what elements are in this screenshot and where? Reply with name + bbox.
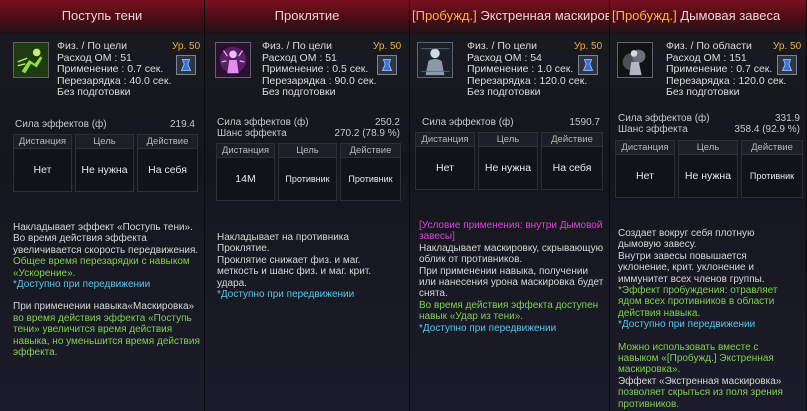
param-action: Действие Противник: [741, 140, 803, 198]
skill-params-grid: Дистанция Нет Цель Не нужна Действие Против…: [615, 140, 803, 198]
smoke-screen-skill-icon: [617, 42, 653, 78]
shadow-step-skill-icon: [13, 42, 49, 78]
effect-chance-row: Шанс эффекта 358.4 (92.9 %): [618, 124, 800, 135]
skill-title: Поступь тени: [0, 0, 204, 34]
awakened-tag: [Пробужд.]: [412, 8, 477, 23]
effect-power-row: Сила эффектов (ф) 1590.7: [422, 117, 600, 128]
rune-slot-icon[interactable]: [176, 55, 196, 75]
param-action: Действие На себя: [137, 134, 198, 192]
skill-description: Накладывает эффект «Поступь тени». Во вр…: [13, 222, 200, 359]
skill-level: Ур. 50: [172, 41, 201, 52]
param-range: Дистанция Нет: [415, 132, 475, 190]
skill-title: Проклятие: [205, 0, 409, 34]
skill-card-smoke-screen: [Пробужд.] Дымовая завеса Физ. / По обла…: [610, 0, 807, 411]
param-range: Дистанция 14М: [216, 143, 275, 201]
skill-stats: Физ. / По цели Расход ОМ : 54 Применение…: [467, 40, 588, 99]
skill-description: Создает вокруг себя плотную дымовую заве…: [618, 228, 783, 410]
effect-power-row: Сила эффектов (ф) 331.9: [618, 113, 800, 124]
param-range: Дистанция Нет: [615, 140, 675, 198]
rune-slot-icon[interactable]: [777, 55, 797, 75]
skill-stats: Физ. / По области Расход ОМ : 151 Примен…: [666, 40, 787, 99]
skill-title: [Пробужд.] Экстренная маскировка: [410, 0, 609, 34]
param-target: Цель Не нужна: [478, 132, 538, 190]
effect-power-row: Сила эффектов (ф) 250.2: [217, 117, 400, 128]
skill-params-grid: Дистанция Нет Цель Не нужна Действие На себ…: [415, 132, 603, 190]
rune-slot-icon[interactable]: [578, 55, 598, 75]
param-range: Дистанция Нет: [13, 134, 72, 192]
skill-level: Ур. 50: [574, 41, 603, 52]
emergency-disguise-skill-icon: [417, 42, 453, 78]
skill-stats: Физ. / По цели Расход ОМ : 51 Применение…: [262, 40, 377, 99]
skill-stats: Физ. / По цели Расход ОМ : 51 Применение…: [57, 40, 172, 99]
skill-title: [Пробужд.] Дымовая завеса: [610, 0, 806, 34]
param-target: Цель Не нужна: [75, 134, 134, 192]
skill-card-curse: Проклятие Физ. / По цели Расход ОМ : 51 …: [205, 0, 410, 411]
skill-card-shadow-step: Поступь тени Физ. / По цели Расход ОМ : …: [0, 0, 205, 411]
param-action: Действие На себя: [541, 132, 603, 190]
curse-skill-icon: [215, 42, 251, 78]
skill-level: Ур. 50: [773, 41, 802, 52]
param-target: Цель Не нужна: [678, 140, 738, 198]
awakened-tag: [Пробужд.]: [612, 8, 677, 23]
skill-card-emergency-disguise: [Пробужд.] Экстренная маскировка Физ. / …: [410, 0, 610, 411]
skill-params-grid: Дистанция Нет Цель Не нужна Действие На себ…: [13, 134, 198, 192]
skill-description: [Условие применения: внутри Дымовой заве…: [419, 220, 604, 334]
effect-power-row: Сила эффектов (ф) 219.4: [15, 119, 195, 130]
param-action: Действие Противник: [340, 143, 401, 201]
param-target: Цель Противник: [278, 143, 337, 201]
skill-level: Ур. 50: [373, 41, 402, 52]
skill-params-grid: Дистанция 14М Цель Противник Действие Проти…: [216, 143, 401, 201]
skill-description: Накладывает на противника Проклятие. Про…: [217, 232, 372, 301]
effect-chance-row: Шанс эффекта 270.2 (78.9 %): [217, 128, 400, 139]
rune-slot-icon[interactable]: [377, 55, 397, 75]
